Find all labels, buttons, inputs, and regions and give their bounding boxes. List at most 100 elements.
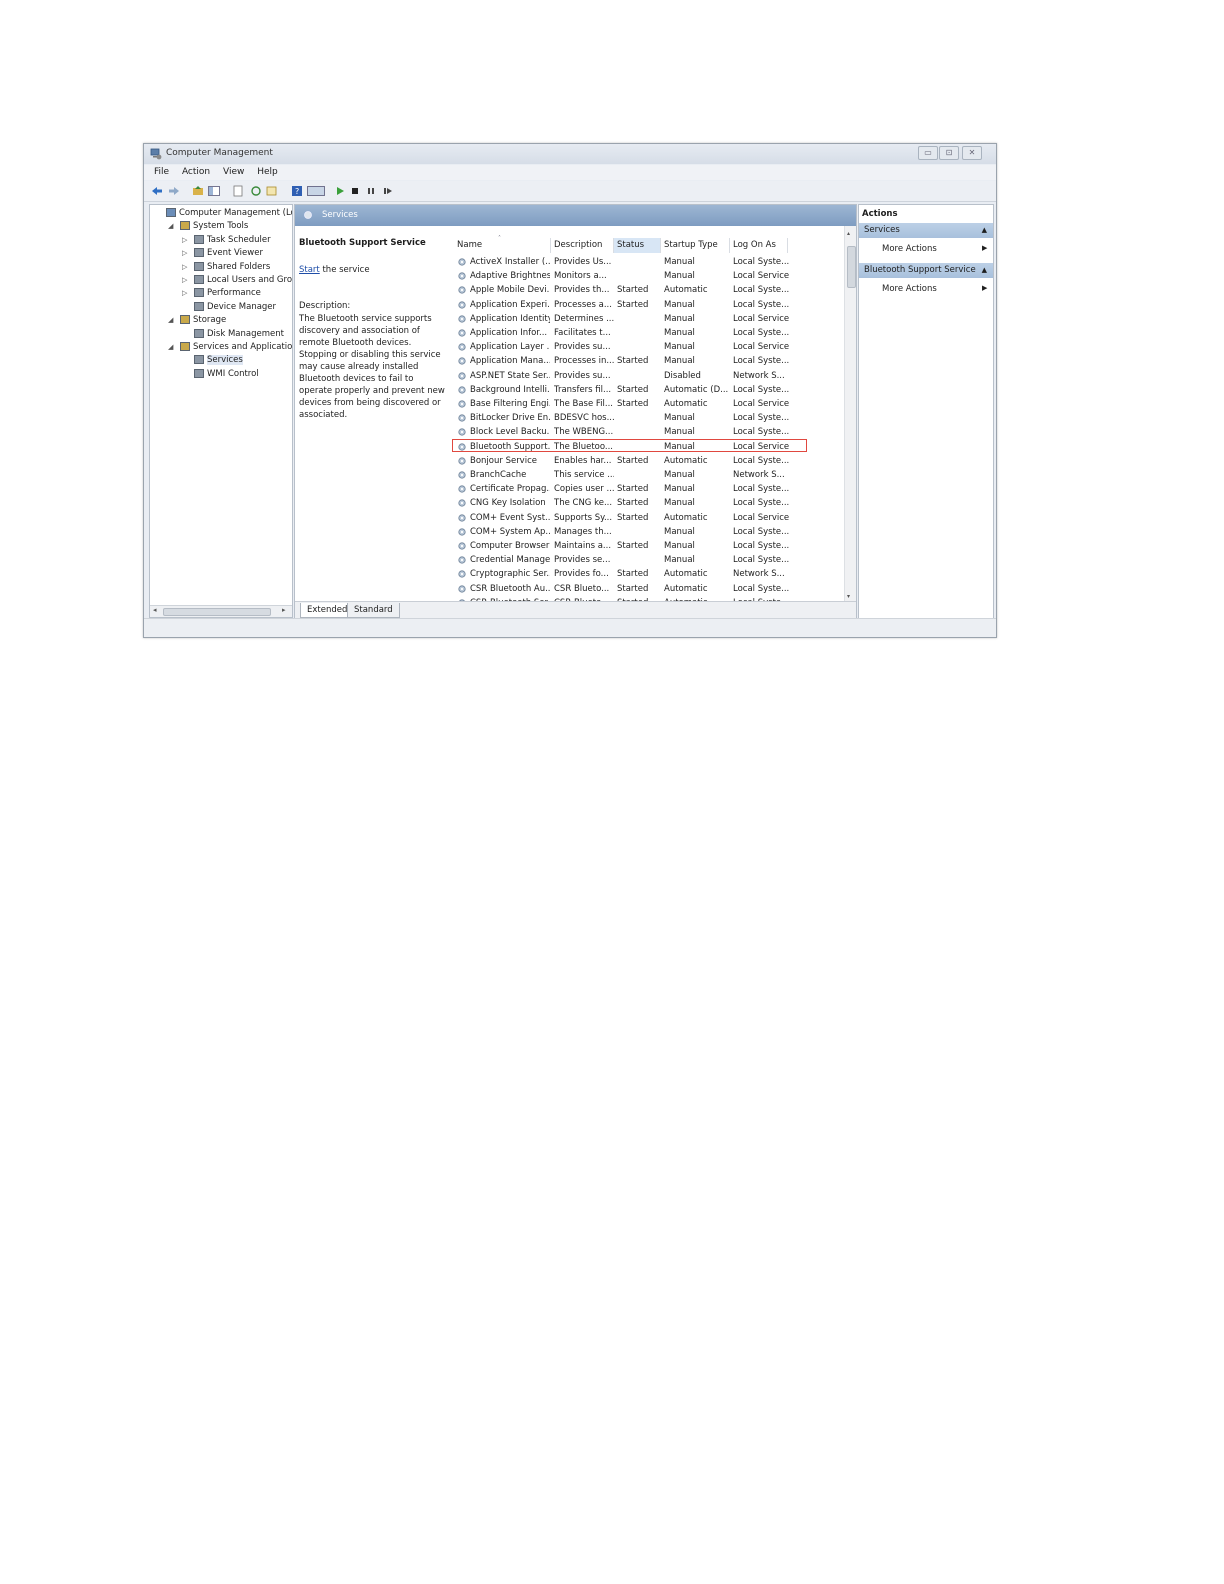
scroll-down-arrow-icon[interactable]: ▾ [847,593,850,600]
service-row[interactable]: Certificate Propag... Copies user ... Star… [454,482,844,496]
service-row[interactable]: Apple Mobile Devi... Provides th... Starte… [454,283,844,297]
tab-standard[interactable]: Standard [347,603,400,618]
tree-item-label: Performance [207,288,261,299]
help-icon[interactable]: ? [291,185,303,197]
export-list-icon[interactable] [266,185,278,197]
service-name: Certificate Propag... [470,484,550,495]
service-row[interactable]: Application Layer ... Provides su... Manua… [454,340,844,354]
up-folder-icon[interactable] [192,185,204,197]
service-row[interactable]: Application Experi... Processes a... Start… [454,298,844,312]
service-startup-type: Automatic [664,285,708,296]
service-row[interactable]: Base Filtering Engi... The Base Fil... Sta… [454,397,844,411]
column-header-description[interactable]: Description [551,238,614,253]
tree-item[interactable]: ◢ System Tools [168,220,248,233]
service-row[interactable]: ASP.NET State Ser... Provides su... Disabl… [454,369,844,383]
show-hide-tree-icon[interactable] [208,185,220,197]
back-arrow-icon[interactable] [151,185,163,197]
service-row[interactable]: CNG Key Isolation The CNG ke... Started Man… [454,496,844,510]
service-row[interactable]: ActiveX Installer (... Provides Us... Manu… [454,255,844,269]
collapse-up-icon[interactable]: ▲ [982,223,987,238]
tree-expander-icon[interactable]: ▷ [182,247,187,260]
tree-item[interactable]: Services [194,354,243,367]
tree-node-icon [194,234,204,244]
menu-view[interactable]: View [223,167,244,177]
forward-arrow-icon[interactable] [168,185,180,197]
service-row[interactable]: BitLocker Drive En... BDESVC hos... Manual… [454,411,844,425]
tree-item[interactable]: ◢ Services and Applications [168,341,292,354]
service-status: Started [617,384,649,395]
tree-expander-icon[interactable]: ◢ [168,314,173,327]
stop-service-icon[interactable] [349,185,361,197]
service-row[interactable]: Computer Browser Maintains a... Started Man… [454,539,844,553]
tree-item[interactable]: Device Manager [194,301,276,314]
menu-help[interactable]: Help [257,167,278,177]
service-startup-type: Automatic [664,583,708,594]
tree-horizontal-scrollbar[interactable]: ◂ ▸ [150,605,292,617]
minimize-button[interactable]: ▭ [918,146,938,160]
service-gear-icon [458,471,466,479]
tree-expander-icon[interactable]: ◢ [168,341,173,354]
tree-item[interactable]: WMI Control [194,368,259,381]
title-bar[interactable]: Computer Management ▭ ⊡ ✕ [144,144,996,164]
close-button[interactable]: ✕ [962,146,982,160]
start-service-link[interactable]: Start [299,265,320,275]
tree-expander-icon[interactable]: ▷ [182,261,187,274]
service-row[interactable]: Background Intelli... Transfers fil... Sta… [454,383,844,397]
tree-item[interactable]: ▷ Local Users and Groups [182,274,292,287]
refresh-icon[interactable] [250,185,262,197]
services-vertical-scrollbar[interactable]: ▴ ▾ [844,226,856,601]
pause-service-icon[interactable] [365,185,377,197]
services-scroll-thumb[interactable] [847,246,856,288]
service-row[interactable]: Block Level Backu... The WBENG... Manual Lo… [454,425,844,439]
service-row[interactable]: BranchCache This service ... Manual Network… [454,468,844,482]
tree-scroll-thumb[interactable] [163,608,271,616]
restart-service-icon[interactable] [382,185,394,197]
tree-item[interactable]: ▷ Shared Folders [182,261,270,274]
service-description: The CNG ke... [554,498,613,509]
maximize-button[interactable]: ⊡ [939,146,959,160]
service-row[interactable]: Application Identity Determines ... Manual… [454,312,844,326]
tree-item[interactable]: Disk Management [194,328,284,341]
tree-expander-icon[interactable]: ▷ [182,274,187,287]
service-row[interactable]: Credential Manager Provides se... Manual Lo… [454,553,844,567]
actions-group-bluetooth[interactable]: Bluetooth Support Service ▲ [859,263,993,278]
service-row[interactable]: COM+ System Ap... Manages th... Manual Loca… [454,525,844,539]
service-row[interactable]: Application Infor... Facilitates t... Manu… [454,326,844,340]
service-description: Determines ... [554,313,614,324]
tree-expander-icon[interactable]: ▷ [182,234,187,247]
service-row[interactable]: Bonjour Service Enables har... Started Auto… [454,454,844,468]
tree-item-label: Device Manager [207,301,277,312]
service-log-on-as: Network S... [733,470,785,480]
tree-item[interactable]: Computer Management (Local [166,207,292,220]
menu-action[interactable]: Action [182,167,210,177]
column-header-startup-type[interactable]: Startup Type [661,238,730,253]
collapse-up-icon[interactable]: ▲ [982,263,987,278]
tree-expander-icon[interactable]: ◢ [168,220,173,233]
service-row[interactable]: Application Mana... Processes in... Starte… [454,354,844,368]
tree-item[interactable]: ▷ Task Scheduler [182,234,271,247]
tree-expander-icon[interactable]: ▷ [182,287,187,300]
column-header-log-on-as[interactable]: Log On As [730,238,788,253]
more-actions-services[interactable]: More Actions ▶ [882,244,987,254]
scroll-right-arrow-icon[interactable]: ▸ [282,606,286,614]
service-row[interactable]: Bluetooth Support... The Bluetoo... Manual… [454,440,844,454]
service-row[interactable]: Adaptive Brightness Monitors a... Manual Lo… [454,269,844,283]
service-row[interactable]: CSR Bluetooth Au... CSR Blueto... Started A… [454,582,844,596]
menu-file[interactable]: File [154,167,169,177]
more-actions-bluetooth[interactable]: More Actions ▶ [882,284,987,294]
scroll-left-arrow-icon[interactable]: ◂ [153,606,157,614]
tree-item[interactable]: ▷ Event Viewer [182,247,263,260]
scroll-up-arrow-icon[interactable]: ▴ [847,230,850,237]
service-description: Processes in... [554,356,614,367]
service-row[interactable]: Cryptographic Ser... Provides fo... Starte… [454,567,844,581]
start-service-icon[interactable] [334,185,346,197]
column-header-status[interactable]: Status [614,238,661,253]
tree-item[interactable]: ◢ Storage [168,314,226,327]
tree-item[interactable]: ▷ Performance [182,287,261,300]
column-header-name[interactable]: Name [454,238,551,253]
action-pane-icon[interactable] [307,185,325,197]
service-startup-type: Automatic [664,455,708,466]
service-row[interactable]: COM+ Event Syst... Supports Sy... Started A… [454,511,844,525]
actions-group-services[interactable]: Services ▲ [859,223,993,238]
properties-icon[interactable] [232,185,244,197]
